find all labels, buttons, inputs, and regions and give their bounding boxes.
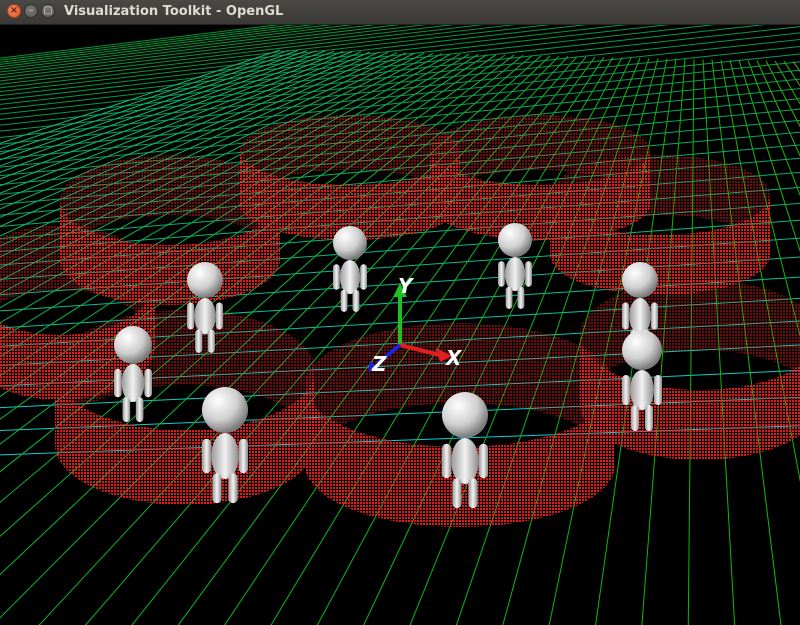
arc-sensor	[580, 280, 800, 460]
minimize-icon: –	[28, 5, 34, 16]
maximize-window-button[interactable]: □	[41, 4, 55, 18]
y-axis-label: Y	[398, 274, 415, 298]
x-axis-label: X	[444, 346, 463, 370]
robot-figure	[114, 326, 152, 422]
close-window-button[interactable]: ×	[7, 4, 21, 18]
grid-line	[0, 25, 485, 82]
maximize-icon: □	[43, 5, 53, 16]
robot-figure	[333, 226, 367, 312]
robot-head	[622, 330, 662, 370]
render-viewport[interactable]: Y X Z	[0, 25, 800, 625]
grid-line	[0, 25, 455, 79]
robot-head	[622, 262, 658, 298]
robot-head	[202, 387, 248, 433]
robot-head	[333, 226, 367, 260]
robot-head	[442, 392, 488, 438]
robot-head	[498, 223, 532, 257]
window-title: Visualization Toolkit - OpenGL	[64, 4, 284, 19]
arc-sensor	[430, 115, 650, 240]
scene-canvas[interactable]: Y X Z	[0, 25, 800, 625]
z-axis-label: Z	[371, 352, 387, 376]
grid-line	[0, 25, 377, 70]
robot-head	[114, 326, 152, 364]
close-icon: ×	[9, 5, 19, 16]
window-titlebar: × – □ Visualization Toolkit - OpenGL	[0, 0, 800, 25]
minimize-window-button[interactable]: –	[24, 4, 38, 18]
robot-head	[187, 262, 223, 298]
